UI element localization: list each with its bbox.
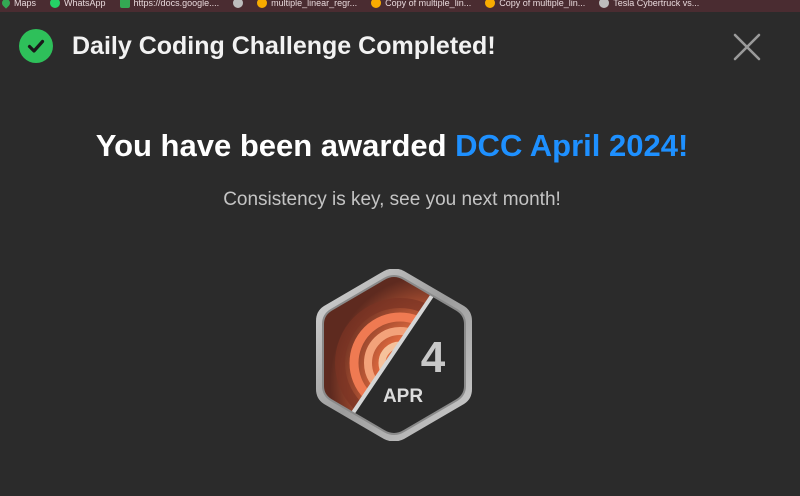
bookmark-whatsapp[interactable]: WhatsApp xyxy=(50,0,106,9)
bookmark-label: multiple_linear_regr... xyxy=(271,0,358,8)
bookmark-tesla[interactable]: Tesla Cybertruck vs... xyxy=(599,0,699,9)
close-button[interactable] xyxy=(732,32,762,62)
bookmark-label: Copy of multiple_lin... xyxy=(385,0,472,8)
bookmark-colab-3[interactable]: Copy of multiple_lin... xyxy=(485,0,585,9)
badge-day-number: 4 xyxy=(420,333,446,382)
award-prefix: You have been awarded xyxy=(95,128,456,163)
award-message: You have been awarded DCC April 2024! xyxy=(0,128,784,164)
bookmark-label: Tesla Cybertruck vs... xyxy=(613,0,700,8)
bookmark-colab-2[interactable]: Copy of multiple_lin... xyxy=(371,0,471,9)
bookmark-label: Maps xyxy=(14,0,37,8)
bookmark-label: https://docs.google.... xyxy=(133,0,220,8)
colab-icon xyxy=(371,0,382,8)
maps-icon xyxy=(0,0,12,9)
bookmarks-bar: Maps WhatsApp https://docs.google.... mu… xyxy=(0,0,800,12)
bookmark-maps[interactable]: Maps xyxy=(0,0,37,9)
bookmark-google-docs[interactable]: https://docs.google.... xyxy=(119,0,220,9)
dialog-title: Daily Coding Challenge Completed! xyxy=(72,32,496,60)
check-circle-icon xyxy=(19,29,53,63)
google-docs-icon xyxy=(119,0,130,8)
award-subtitle: Consistency is key, see you next month! xyxy=(223,189,561,210)
bookmark-label: Copy of multiple_lin... xyxy=(499,0,586,8)
bookmark-globe[interactable] xyxy=(233,0,244,9)
badge-month-label: APR xyxy=(382,386,424,407)
whatsapp-icon xyxy=(50,0,61,8)
globe-icon xyxy=(233,0,244,8)
close-icon xyxy=(733,33,761,61)
dialog-header: Daily Coding Challenge Completed! xyxy=(0,12,800,72)
award-name: DCC April 2024! xyxy=(455,128,689,163)
globe-icon xyxy=(599,0,610,8)
colab-icon xyxy=(257,0,268,8)
bookmark-colab-1[interactable]: multiple_linear_regr... xyxy=(257,0,357,9)
bookmark-label: WhatsApp xyxy=(64,0,106,8)
colab-icon xyxy=(485,0,496,8)
